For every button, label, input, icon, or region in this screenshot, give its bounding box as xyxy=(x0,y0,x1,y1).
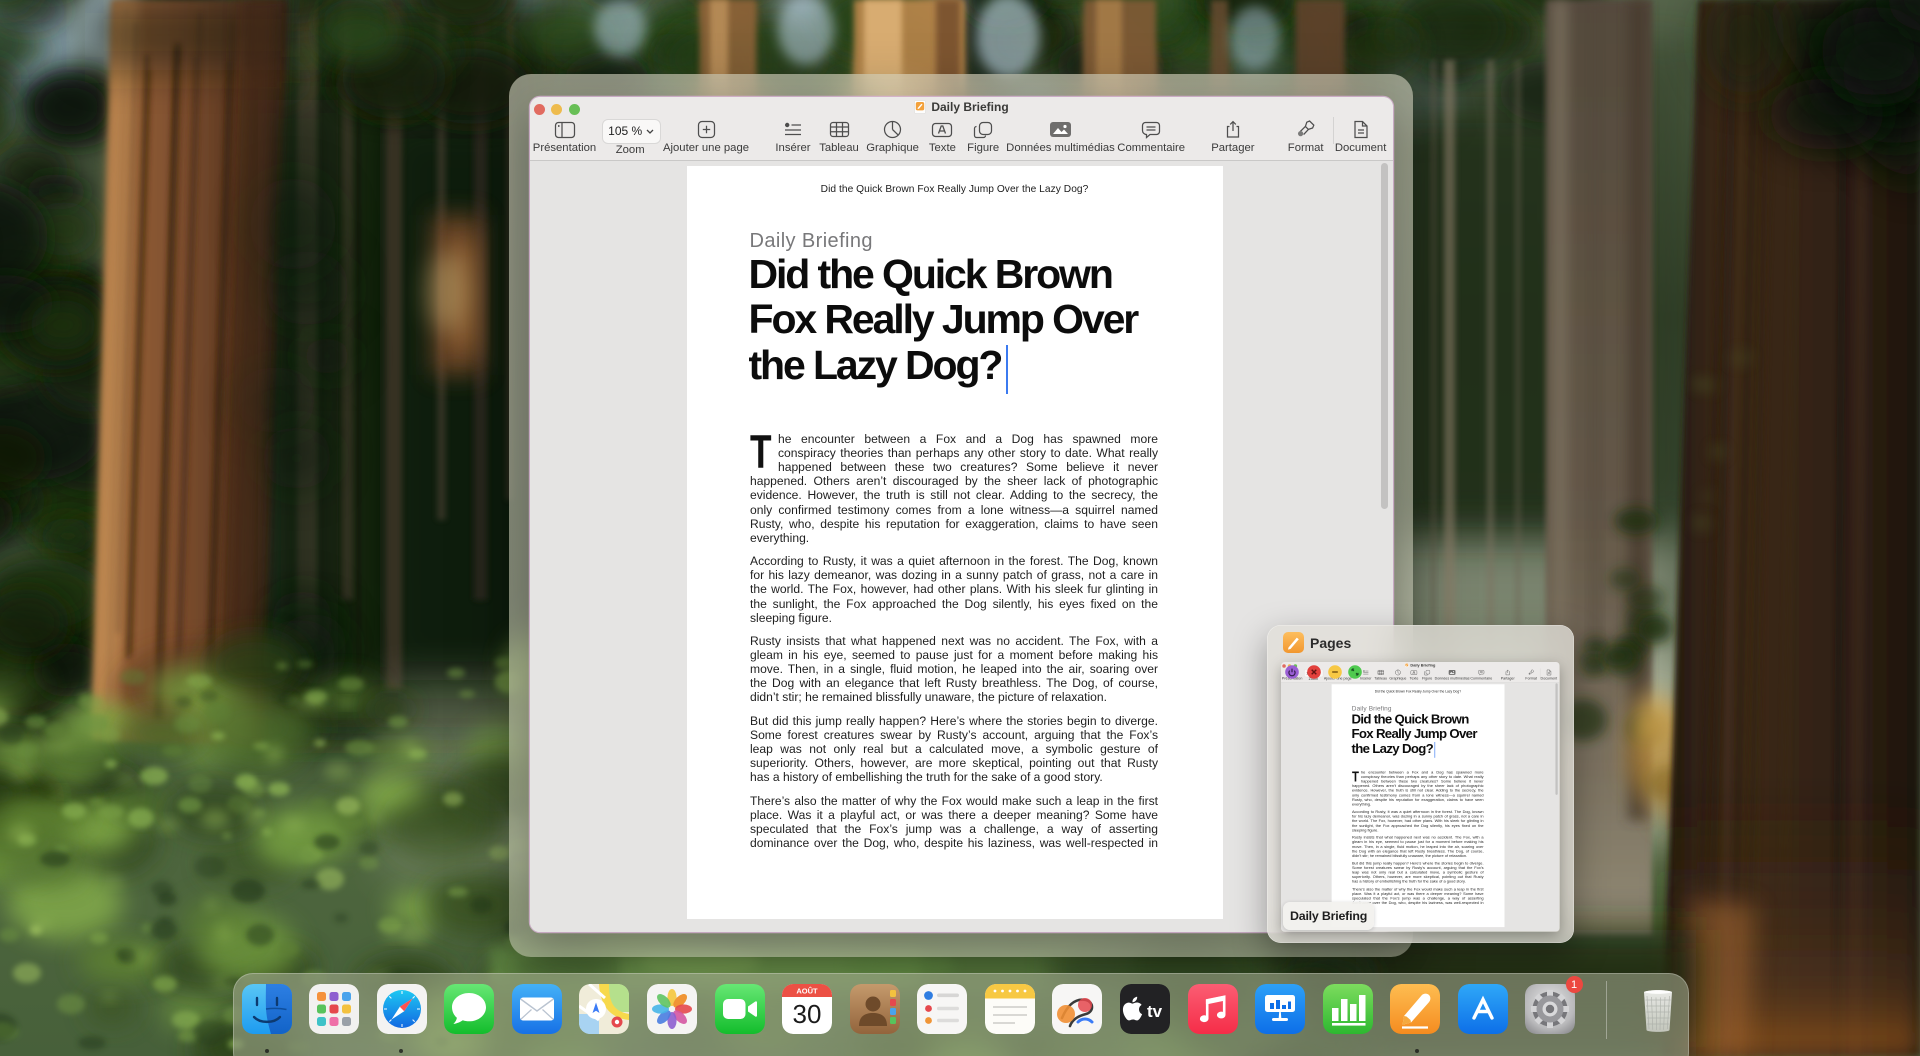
svg-text:tv: tv xyxy=(1147,1002,1163,1021)
svg-text:AOÛT: AOÛT xyxy=(796,987,818,996)
svg-text:30: 30 xyxy=(793,999,822,1029)
